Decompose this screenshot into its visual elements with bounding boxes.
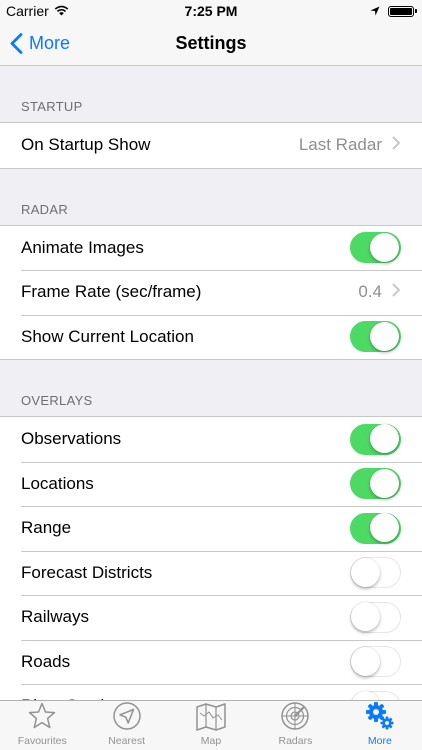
settings-group-radar: Animate Images Frame Rate (sec/frame) 0.4 S… <box>0 224 422 360</box>
toggle-knob <box>370 468 399 498</box>
settings-group-overlays: Observations Locations Range Forecast Distr… <box>0 416 422 700</box>
setting-value: Last Radar <box>298 135 382 155</box>
section-header-overlays: OVERLAYS <box>21 393 93 408</box>
setting-label: Frame Rate (sec/frame) <box>21 282 202 302</box>
tab-more[interactable]: More <box>338 701 422 750</box>
toggle-knob <box>350 691 380 700</box>
setting-label: Range <box>21 518 72 538</box>
toggle-switch-forecast-districts[interactable] <box>350 557 401 589</box>
setting-label: Roads <box>21 651 71 671</box>
toggle-knob <box>370 513 399 543</box>
setting-label: Forecast Districts <box>21 562 153 582</box>
toggle-knob <box>370 424 399 454</box>
setting-row-roads: Roads <box>0 639 422 685</box>
setting-row-river-catchments: River Catchments <box>0 684 422 700</box>
settings-group-startup: On Startup Show Last Radar <box>0 122 422 169</box>
toggle-switch-railways[interactable] <box>350 601 401 633</box>
setting-label: Railways <box>21 607 90 627</box>
section-header-startup: STARTUP <box>21 99 83 114</box>
tab-map[interactable]: Map <box>169 701 253 750</box>
toggle-switch-roads[interactable] <box>350 646 401 678</box>
toggle-switch-observations[interactable] <box>350 423 401 455</box>
setting-value: 0.4 <box>358 282 382 302</box>
setting-label: On Startup Show <box>21 135 151 155</box>
setting-row-locations: Locations <box>0 461 422 507</box>
tab-bar: Favourites Nearest Map Radars More <box>0 700 422 750</box>
tab-label: Radars <box>278 735 313 747</box>
setting-row-animate-images: Animate Images <box>0 226 422 271</box>
setting-row-observations: Observations <box>0 417 422 462</box>
chevron-right-icon <box>392 136 401 155</box>
setting-row-forecast-districts: Forecast Districts <box>0 550 422 596</box>
toggle-knob <box>370 232 399 262</box>
setting-label: Show Current Location <box>21 326 194 346</box>
page-title: Settings <box>175 33 247 53</box>
status-right <box>370 3 417 19</box>
tab-label: More <box>367 735 392 747</box>
radar-icon <box>280 701 310 735</box>
toggle-knob <box>350 602 380 632</box>
toggle-knob <box>370 321 399 351</box>
setting-row-on-startup-show[interactable]: On Startup Show Last Radar <box>0 123 422 168</box>
toggle-knob <box>350 646 380 676</box>
gears-icon <box>365 701 395 735</box>
star-icon <box>27 701 57 735</box>
status-bar: Carrier 7:25 PM <box>0 0 422 22</box>
setting-label: Observations <box>21 429 122 449</box>
setting-row-range: Range <box>0 506 422 551</box>
toggle-switch-animate-images[interactable] <box>350 232 401 264</box>
tab-radars[interactable]: Radars <box>253 701 337 750</box>
status-time: 7:25 PM <box>184 3 238 19</box>
setting-label: Locations <box>21 473 94 493</box>
setting-row-show-current-location: Show Current Location <box>0 314 422 360</box>
setting-row-frame-rate-sec-frame[interactable]: Frame Rate (sec/frame) 0.4 <box>0 270 422 315</box>
settings-list[interactable]: STARTUP On Startup Show Last Radar RADAR Ani… <box>0 66 422 700</box>
tab-favourites[interactable]: Favourites <box>0 701 84 750</box>
chevron-right-icon <box>392 283 401 302</box>
map-icon <box>195 703 227 735</box>
tab-label: Nearest <box>108 735 145 747</box>
compass-arrow-icon <box>112 701 142 735</box>
toggle-switch-show-current-location[interactable] <box>350 321 401 353</box>
toggle-switch-locations[interactable] <box>350 468 401 500</box>
toggle-knob <box>350 557 380 587</box>
navigation-bar: More Settings <box>0 22 422 66</box>
battery-icon <box>388 5 417 17</box>
location-arrow-icon <box>370 3 380 19</box>
toggle-switch-river-catchments[interactable] <box>350 690 401 700</box>
toggle-switch-range[interactable] <box>350 512 401 544</box>
tab-label: Favourites <box>17 735 67 747</box>
tab-nearest[interactable]: Nearest <box>84 701 168 750</box>
setting-row-railways: Railways <box>0 595 422 640</box>
section-header-radar: RADAR <box>21 201 69 217</box>
setting-label: Animate Images <box>21 237 144 257</box>
tab-label: Map <box>200 735 222 747</box>
